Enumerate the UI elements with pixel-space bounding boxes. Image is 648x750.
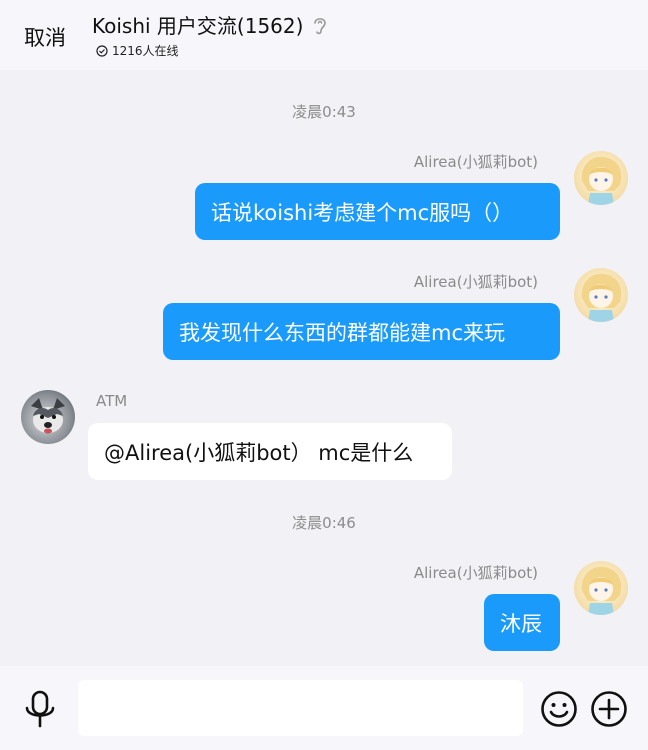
chat-header: 取消 Koishi 用户交流(1562) 1216人在线 <box>0 0 648 70</box>
avatar[interactable] <box>574 151 628 205</box>
message-text: 沐辰 <box>500 611 542 636</box>
sender-name: Alirea(小狐莉bot) <box>413 153 538 171</box>
emoji-icon[interactable] <box>540 690 578 728</box>
online-count: 1216人在线 <box>112 44 179 58</box>
avatar-image <box>31 398 65 434</box>
plus-icon[interactable] <box>590 690 628 728</box>
cancel-button[interactable]: 取消 <box>24 22 66 52</box>
message-input[interactable] <box>78 680 523 736</box>
title-row: Koishi 用户交流(1562) <box>92 10 329 39</box>
input-bar <box>0 666 648 750</box>
timestamp: 凌晨0:46 <box>292 514 356 532</box>
avatar[interactable] <box>21 390 75 444</box>
chat-title[interactable]: Koishi 用户交流(1562) <box>92 10 303 39</box>
sender-name: Alirea(小狐莉bot) <box>413 273 538 291</box>
message-text: 话说koishi考虑建个mc服吗（） <box>211 200 514 225</box>
sender-name: Alirea(小狐莉bot) <box>413 564 538 582</box>
avatar[interactable] <box>574 561 628 615</box>
avatar[interactable] <box>574 268 628 322</box>
timestamp: 凌晨0:43 <box>292 103 356 121</box>
message-text: 我发现什么东西的群都能建mc来玩 <box>179 320 506 345</box>
avatar-image <box>581 273 622 322</box>
mic-icon[interactable] <box>22 690 58 730</box>
avatar-image <box>581 566 622 615</box>
online-status: 1216人在线 <box>96 42 179 59</box>
avatar-image <box>581 156 622 205</box>
message-bubble[interactable]: 话说koishi考虑建个mc服吗（） <box>195 183 560 240</box>
check-circle-icon <box>96 44 108 57</box>
message-text: @Alirea(小狐莉bot） mc是什么 <box>104 440 414 465</box>
sender-name: ATM <box>96 392 128 410</box>
message-bubble[interactable]: 沐辰 <box>484 594 560 651</box>
ear-icon[interactable] <box>311 14 329 36</box>
message-bubble[interactable]: 我发现什么东西的群都能建mc来玩 <box>163 303 560 360</box>
message-bubble[interactable]: @Alirea(小狐莉bot） mc是什么 <box>88 423 452 480</box>
